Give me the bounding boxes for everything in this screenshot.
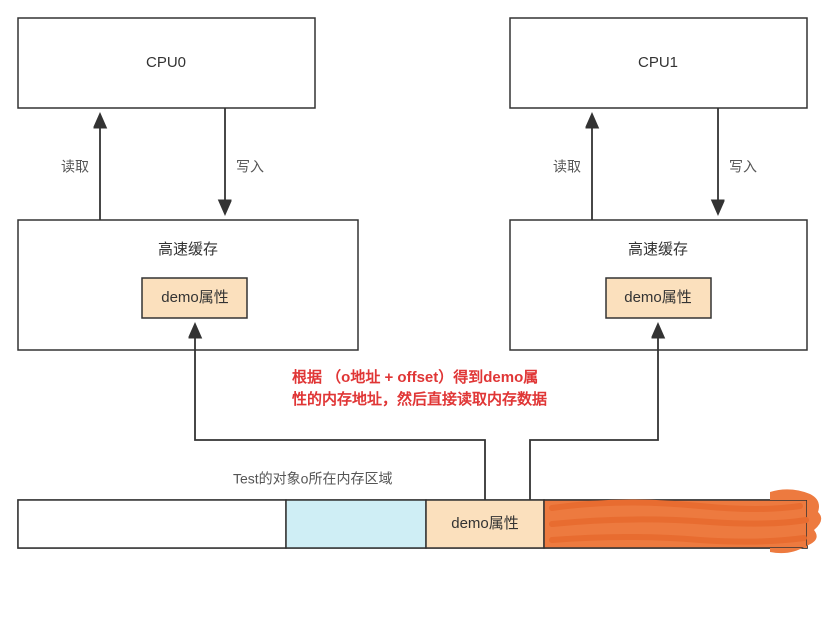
cache0-label: 高速缓存 xyxy=(158,241,218,258)
memory-caption: Test的对象o所在内存区域 xyxy=(233,471,392,487)
memory-demo-label: demo属性 xyxy=(451,515,519,532)
note-line1: 根据 （o地址 + offset）得到demo属 xyxy=(292,368,538,386)
arrow-read-cpu0-label: 读取 xyxy=(61,159,89,175)
arrow-write-cpu0-label: 写入 xyxy=(236,159,264,175)
cache1-demo-label: demo属性 xyxy=(624,289,692,306)
path-mem-to-cache1 xyxy=(530,326,658,500)
note-line2: 性的内存地址，然后直接读取内存数据 xyxy=(292,390,547,408)
arrow-write-cpu1-label: 写入 xyxy=(729,159,757,175)
arrow-read-cpu1-label: 读取 xyxy=(553,159,581,175)
memory-seg-scribble xyxy=(544,489,821,553)
memory-seg-2 xyxy=(286,500,426,548)
cpu0-label: CPU0 xyxy=(146,54,186,71)
cache0-demo-label: demo属性 xyxy=(161,289,229,306)
memory-seg-1 xyxy=(18,500,286,548)
cpu1-label: CPU1 xyxy=(638,54,678,71)
cache1-label: 高速缓存 xyxy=(628,241,688,258)
